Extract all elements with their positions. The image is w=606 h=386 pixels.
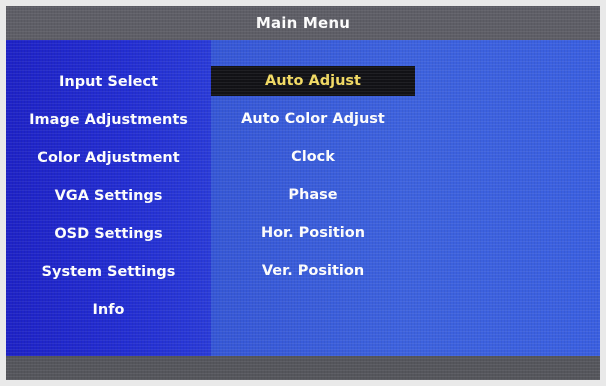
menu-item-osd-settings[interactable]: OSD Settings (6, 219, 211, 249)
menu-item-info[interactable]: Info (6, 295, 211, 325)
submenu-item-auto-color-adjust[interactable]: Auto Color Adjust (211, 104, 415, 134)
menu-item-system-settings[interactable]: System Settings (6, 257, 211, 287)
menu-body: Input Select Image Adjustments Color Adj… (6, 40, 600, 356)
menu-item-input-select[interactable]: Input Select (6, 67, 211, 97)
menu-title: Main Menu (255, 14, 351, 32)
menu-item-image-adjustments[interactable]: Image Adjustments (6, 105, 211, 135)
submenu-item-auto-adjust[interactable]: Auto Adjust (211, 66, 415, 96)
submenu-item-hor-position[interactable]: Hor. Position (211, 218, 415, 248)
osd-main-menu: Main Menu Input Select Image Adjustments… (6, 6, 600, 380)
submenu-item-ver-position[interactable]: Ver. Position (211, 256, 415, 286)
menu-item-vga-settings[interactable]: VGA Settings (6, 181, 211, 211)
submenu-item-clock[interactable]: Clock (211, 142, 415, 172)
menu-item-color-adjustment[interactable]: Color Adjustment (6, 143, 211, 173)
title-bar: Main Menu (6, 6, 600, 40)
submenu-item-phase[interactable]: Phase (211, 180, 415, 210)
footer-bar (6, 356, 600, 380)
